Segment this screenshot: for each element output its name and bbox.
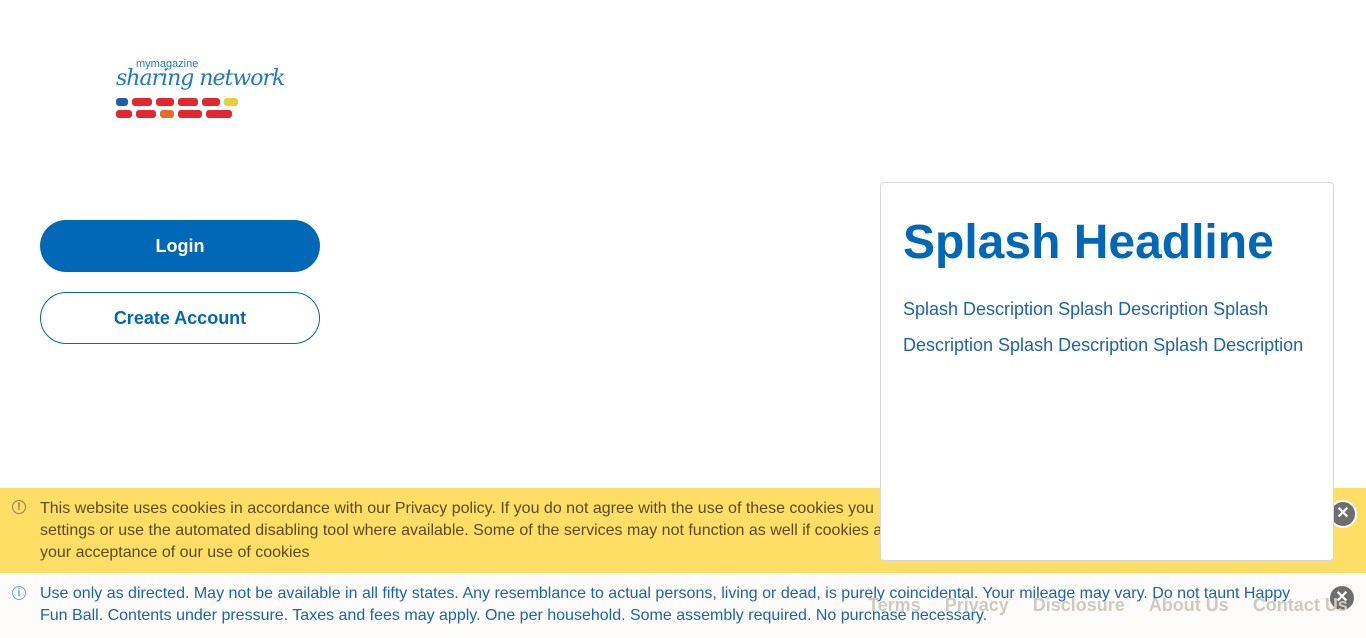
exclamation-circle-icon: ! <box>12 500 26 514</box>
cookie-text-line: your acceptance of our use of cookies <box>40 544 310 561</box>
splash-card: Splash Headline Splash Description Splas… <box>880 182 1334 561</box>
footer-link-disclosure[interactable]: Disclosure <box>1033 594 1125 616</box>
footer-link-privacy[interactable]: Privacy <box>945 594 1009 616</box>
info-circle-icon: i <box>12 586 26 600</box>
cookie-text: This website uses cookies in accordance … <box>40 498 882 564</box>
footer-links: Terms Privacy Disclosure About Us Contac… <box>868 594 1348 616</box>
footer-link-contact[interactable]: Contact Us <box>1253 594 1348 616</box>
cookie-text-line: This website uses cookies in accordance … <box>40 500 874 517</box>
footer-link-about[interactable]: About Us <box>1149 594 1229 616</box>
banner-logos-row-1 <box>116 98 238 106</box>
splash-headline: Splash Headline <box>903 216 1274 269</box>
footer-link-terms[interactable]: Terms <box>868 594 921 616</box>
create-account-button[interactable]: Create Account <box>40 292 320 344</box>
splash-description: Splash Description Splash Description Sp… <box>903 299 1304 355</box>
logo-text-main: sharing network <box>116 66 285 91</box>
login-button[interactable]: Login <box>40 220 320 272</box>
cookie-text-line: settings or use the automated disabling … <box>40 522 883 539</box>
banner-logos-row-2 <box>116 110 232 118</box>
brand-logo: mymagazine sharing network <box>114 58 285 122</box>
